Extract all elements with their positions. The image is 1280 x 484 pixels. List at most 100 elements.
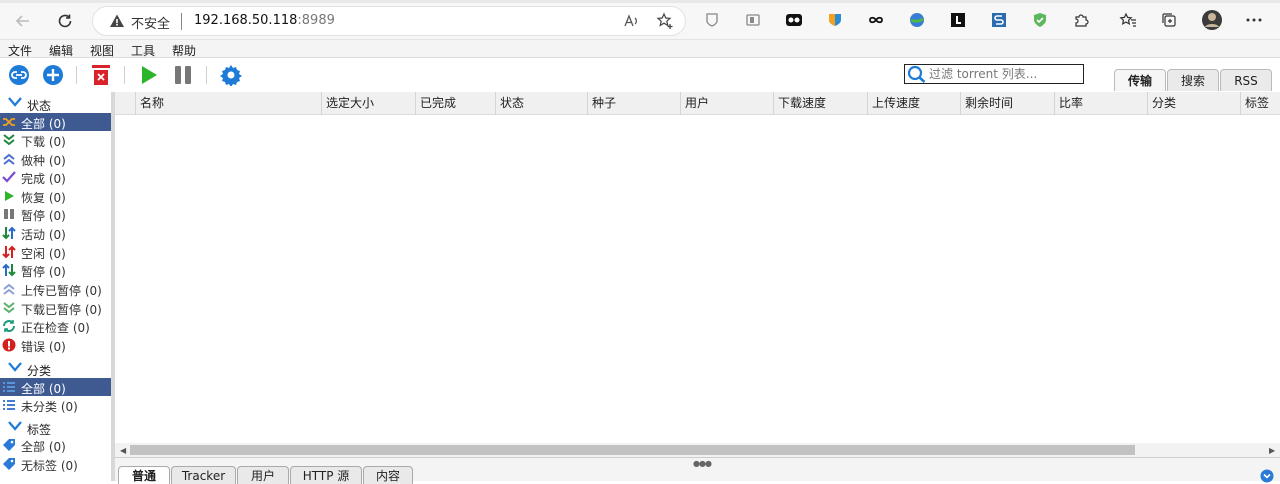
status-item-errored[interactable]: 错误 (0) xyxy=(0,336,111,354)
column-header-tags[interactable]: 标签 xyxy=(1240,92,1280,115)
address-divider xyxy=(181,13,182,30)
tab-transfers[interactable]: 传输 xyxy=(1114,69,1166,91)
tab-peers[interactable]: 用户 xyxy=(237,466,289,484)
active-icon xyxy=(2,226,16,240)
search-icon xyxy=(907,65,926,83)
category-section-header[interactable]: 分类 xyxy=(0,359,111,378)
scroll-left-icon[interactable]: ◀ xyxy=(120,446,126,455)
completed-icon xyxy=(2,170,16,184)
colorful-shield-extension-icon[interactable] xyxy=(825,10,845,30)
tab-content[interactable]: 内容 xyxy=(363,466,413,484)
status-item-paused[interactable]: 暂停 (0) xyxy=(0,205,111,223)
url-text: 192.168.50.118:8989 xyxy=(194,13,335,28)
tag-item-untagged[interactable]: 无标签 (0) xyxy=(0,455,111,473)
favorites-icon[interactable] xyxy=(1118,10,1138,30)
tab-rss[interactable]: RSS xyxy=(1220,69,1272,91)
status-item-download-stalled[interactable]: 下载已暂停 (0) xyxy=(0,299,111,317)
gear-icon xyxy=(220,65,242,86)
error-icon xyxy=(2,338,16,352)
delete-button[interactable] xyxy=(90,64,112,86)
status-item-active[interactable]: 活动 (0) xyxy=(0,224,111,242)
address-bar[interactable]: 不安全 192.168.50.118:8989 xyxy=(92,6,686,36)
resume-button[interactable] xyxy=(138,64,160,86)
add-link-button[interactable] xyxy=(8,64,30,86)
column-header-select[interactable] xyxy=(115,92,135,115)
status-item-resumed[interactable]: 恢复 (0) xyxy=(0,187,111,205)
scrollbar-thumb[interactable] xyxy=(130,445,1135,455)
status-item-checking[interactable]: 正在检查 (0) xyxy=(0,317,111,335)
reader-extension-icon[interactable] xyxy=(743,10,763,30)
column-header-name[interactable]: 名称 xyxy=(135,92,321,115)
idm-extension-icon[interactable] xyxy=(907,10,927,30)
column-header-dl-speed[interactable]: 下载速度 xyxy=(773,92,867,115)
star-add-icon xyxy=(656,12,673,29)
tab-trackers[interactable]: Tracker xyxy=(171,466,236,484)
reload-button[interactable] xyxy=(52,8,78,34)
panel-resize-grip[interactable]: ●●● xyxy=(693,459,712,468)
menu-view[interactable]: 视图 xyxy=(90,42,114,59)
chevron-down-icon xyxy=(8,421,22,431)
chevron-down-icon xyxy=(8,97,22,107)
back-button[interactable] xyxy=(10,8,36,34)
cookie-extension-icon[interactable] xyxy=(784,10,804,30)
status-item-completed[interactable]: 完成 (0) xyxy=(0,168,111,186)
tab-http-sources[interactable]: HTTP 源 xyxy=(290,466,362,484)
menu-tools[interactable]: 工具 xyxy=(131,42,155,59)
more-menu-icon[interactable] xyxy=(1244,10,1264,30)
stalled-icon xyxy=(2,263,16,277)
collections-icon[interactable] xyxy=(1159,10,1179,30)
pause-button[interactable] xyxy=(172,64,194,86)
column-header-size[interactable]: 选定大小 xyxy=(321,92,415,115)
column-header-seeds[interactable]: 种子 xyxy=(587,92,680,115)
status-item-stalled[interactable]: 暂停 (0) xyxy=(0,261,111,279)
table-header: 名称 选定大小 已完成 状态 种子 用户 下载速度 上传速度 剩余时间 比率 分… xyxy=(115,92,1280,115)
tag-item-all[interactable]: 全部 (0) xyxy=(0,436,111,454)
extensions-puzzle-icon[interactable] xyxy=(1071,10,1091,30)
column-header-category[interactable]: 分类 xyxy=(1147,92,1240,115)
tab-general[interactable]: 普通 xyxy=(118,466,170,484)
read-aloud-button[interactable] xyxy=(621,11,641,31)
toolbar-divider xyxy=(124,66,125,84)
browser-toolbar: 不安全 192.168.50.118:8989 xyxy=(0,0,1280,40)
menu-help[interactable]: 帮助 xyxy=(172,42,196,59)
s-extension-icon[interactable] xyxy=(989,10,1009,30)
options-button[interactable] xyxy=(220,64,242,86)
infinity-extension-icon[interactable] xyxy=(866,10,886,30)
scroll-right-icon[interactable]: ▶ xyxy=(1269,446,1275,455)
tab-search[interactable]: 搜索 xyxy=(1167,69,1219,91)
tag-icon xyxy=(2,438,16,452)
shield-extension-icon[interactable] xyxy=(702,10,722,30)
status-item-inactive[interactable]: 空闲 (0) xyxy=(0,243,111,261)
column-header-status[interactable]: 状态 xyxy=(495,92,587,115)
avatar[interactable] xyxy=(1200,8,1224,32)
category-item-uncategorized[interactable]: 未分类 (0) xyxy=(0,396,111,414)
back-arrow-icon xyxy=(15,15,29,27)
status-item-downloading[interactable]: 下载 (0) xyxy=(0,131,111,149)
category-item-all[interactable]: 全部 (0) xyxy=(0,378,111,396)
status-item-all[interactable]: 全部 (0) xyxy=(0,113,111,131)
column-header-eta[interactable]: 剩余时间 xyxy=(960,92,1054,115)
menu-edit[interactable]: 编辑 xyxy=(49,42,73,59)
status-item-seeding[interactable]: 做种 (0) xyxy=(0,150,111,168)
column-header-progress[interactable]: 已完成 xyxy=(415,92,495,115)
status-item-upload-stalled[interactable]: 上传已暂停 (0) xyxy=(0,280,111,298)
column-header-peers[interactable]: 用户 xyxy=(680,92,773,115)
favorite-add-button[interactable] xyxy=(655,11,675,31)
tag-icon xyxy=(2,457,16,471)
checking-icon xyxy=(2,319,16,333)
add-torrent-button[interactable] xyxy=(42,64,64,86)
list-icon xyxy=(2,398,16,412)
status-section-header[interactable]: 状态 xyxy=(0,94,111,113)
list-icon xyxy=(2,380,16,394)
reload-icon xyxy=(58,14,72,28)
delete-icon xyxy=(92,65,110,85)
filter-input[interactable] xyxy=(929,66,1079,82)
lastpass-extension-icon[interactable] xyxy=(948,10,968,30)
warning-icon xyxy=(110,14,124,27)
column-header-ul-speed[interactable]: 上传速度 xyxy=(867,92,960,115)
adguard-extension-icon[interactable] xyxy=(1030,10,1050,30)
tags-section-header[interactable]: 标签 xyxy=(0,418,111,437)
menu-file[interactable]: 文件 xyxy=(8,42,32,59)
horizontal-scrollbar[interactable]: ◀ ▶ xyxy=(115,443,1280,457)
column-header-ratio[interactable]: 比率 xyxy=(1054,92,1147,115)
